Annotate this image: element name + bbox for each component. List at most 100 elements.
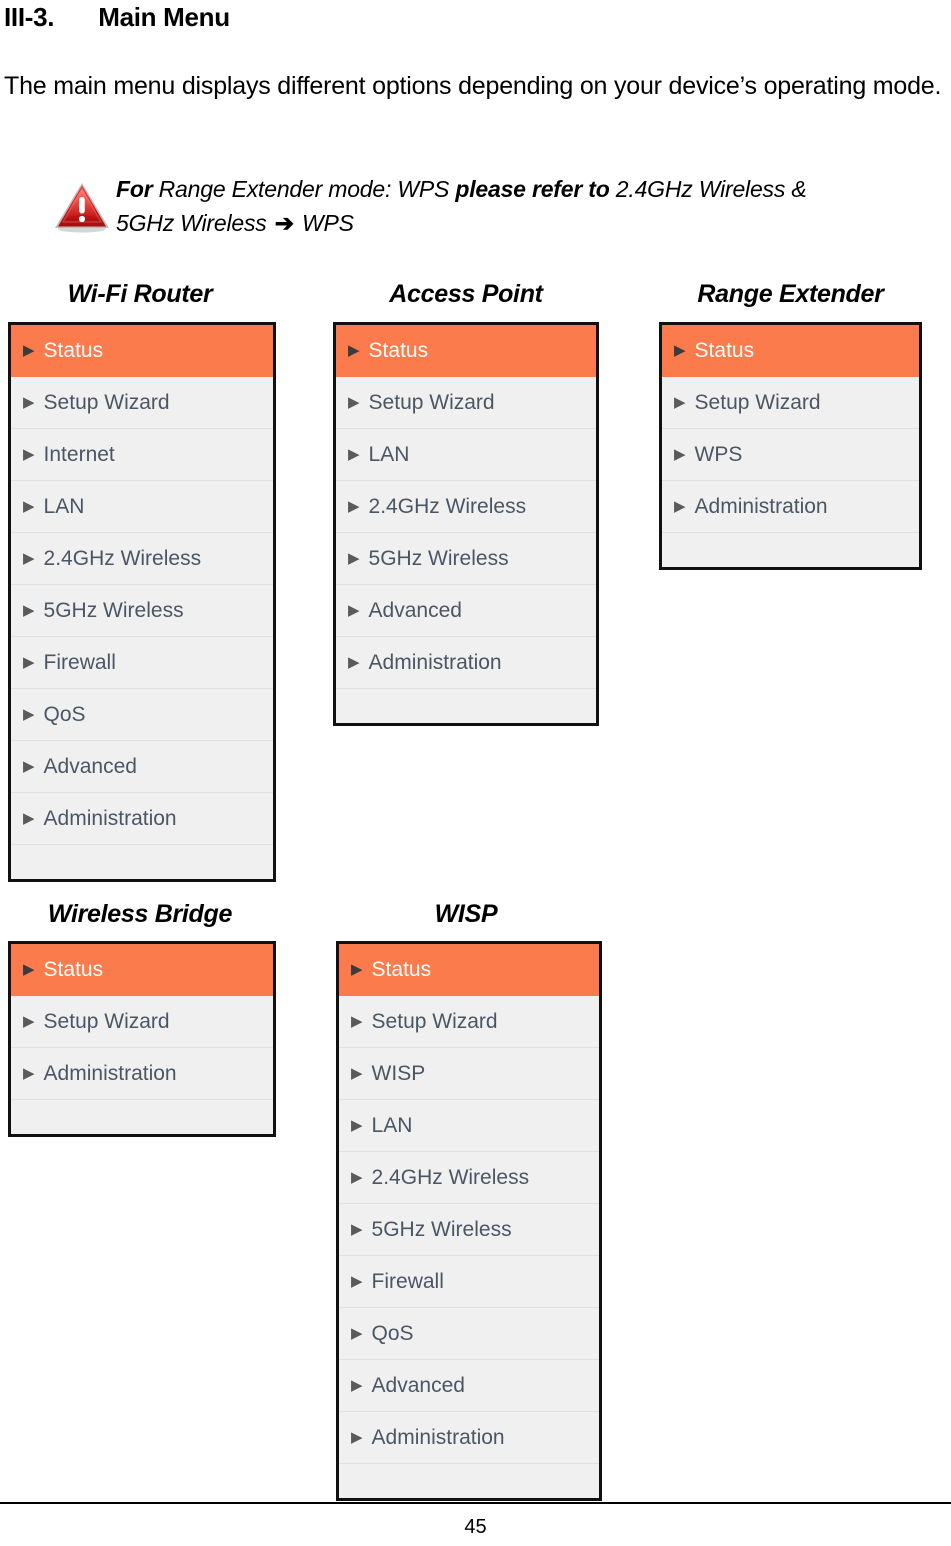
menu-panel-range-extender: ▶ Status ▶ Setup Wizard ▶ WPS ▶ Administrati… xyxy=(659,322,922,570)
menu-item-label: QoS xyxy=(43,703,86,726)
caret-right-icon: ▶ xyxy=(348,394,360,411)
note-bold-for: For xyxy=(116,176,153,202)
menu-item-label: Firewall xyxy=(371,1270,444,1293)
note-italic-wps: WPS xyxy=(295,210,354,236)
menu-item-administration[interactable]: ▶ Administration xyxy=(11,1048,273,1100)
caret-right-icon: ▶ xyxy=(348,342,360,359)
menu-item-administration[interactable]: ▶ Administration xyxy=(336,637,596,689)
document-page: III-3. Main Menu The main menu displays d… xyxy=(0,0,951,1546)
caret-right-icon: ▶ xyxy=(674,394,686,411)
menu-filler-row xyxy=(11,1100,273,1134)
menu-item-status[interactable]: ▶ Status xyxy=(662,325,919,377)
menu-item-wps[interactable]: ▶ WPS xyxy=(662,429,919,481)
menu-item-label: Status xyxy=(43,958,104,981)
caret-right-icon: ▶ xyxy=(351,1221,363,1238)
menu-item-setup-wizard[interactable]: ▶ Setup Wizard xyxy=(11,996,273,1048)
menu-item-advanced[interactable]: ▶ Advanced xyxy=(11,741,273,793)
note-text: For Range Extender mode: WPS please refe… xyxy=(116,172,951,240)
caret-right-icon: ▶ xyxy=(351,1273,363,1290)
menu-item-5ghz-wireless[interactable]: ▶ 5GHz Wireless xyxy=(336,533,596,585)
caret-right-icon: ▶ xyxy=(674,446,686,463)
menu-item-status[interactable]: ▶ Status xyxy=(336,325,596,377)
menu-title-wisp: WISP xyxy=(434,900,498,928)
caret-right-icon: ▶ xyxy=(348,498,360,515)
menu-item-advanced[interactable]: ▶ Advanced xyxy=(336,585,596,637)
menu-panel-wisp: ▶ Status ▶ Setup Wizard ▶ WISP ▶ LAN ▶ 2.4GHz… xyxy=(336,941,602,1501)
menu-item-24ghz-wireless[interactable]: ▶ 2.4GHz Wireless xyxy=(11,533,273,585)
caret-right-icon: ▶ xyxy=(674,342,686,359)
menu-item-label: Advanced xyxy=(371,1374,465,1397)
menu-item-lan[interactable]: ▶ LAN xyxy=(11,481,273,533)
caret-right-icon: ▶ xyxy=(674,498,686,515)
caret-right-icon: ▶ xyxy=(348,446,360,463)
menu-item-label: Advanced xyxy=(368,599,462,622)
caret-right-icon: ▶ xyxy=(351,1117,363,1134)
caret-right-icon: ▶ xyxy=(23,498,35,515)
menu-item-label: LAN xyxy=(43,495,85,518)
menu-item-label: Setup Wizard xyxy=(43,1010,170,1033)
menu-item-lan[interactable]: ▶ LAN xyxy=(336,429,596,481)
menu-filler-row xyxy=(662,533,919,567)
menu-panel-access-point: ▶ Status ▶ Setup Wizard ▶ LAN ▶ 2.4GHz Wirel… xyxy=(333,322,599,726)
heading-number: III-3. xyxy=(4,2,55,32)
menu-item-label: LAN xyxy=(371,1114,413,1137)
menu-item-label: 2.4GHz Wireless xyxy=(368,495,527,518)
note-bold-refer: please refer to xyxy=(455,176,610,202)
menu-title-wireless-bridge: Wireless Bridge xyxy=(47,900,233,928)
menu-item-24ghz-wireless[interactable]: ▶ 2.4GHz Wireless xyxy=(339,1152,599,1204)
menu-item-status[interactable]: ▶ Status xyxy=(11,944,273,996)
menu-item-firewall[interactable]: ▶ Firewall xyxy=(339,1256,599,1308)
page-heading: III-3. Main Menu xyxy=(4,2,230,33)
menu-item-label: WPS xyxy=(694,443,743,466)
menu-item-setup-wizard[interactable]: ▶ Setup Wizard xyxy=(11,377,273,429)
menu-item-label: 2.4GHz Wireless xyxy=(43,547,202,570)
menu-item-5ghz-wireless[interactable]: ▶ 5GHz Wireless xyxy=(11,585,273,637)
menu-item-label: Setup Wizard xyxy=(694,391,821,414)
caret-right-icon: ▶ xyxy=(348,602,360,619)
caret-right-icon: ▶ xyxy=(23,602,35,619)
caret-right-icon: ▶ xyxy=(351,1065,363,1082)
menu-item-status[interactable]: ▶ Status xyxy=(339,944,599,996)
menu-item-advanced[interactable]: ▶ Advanced xyxy=(339,1360,599,1412)
menu-item-label: Setup Wizard xyxy=(371,1010,498,1033)
menu-item-administration[interactable]: ▶ Administration xyxy=(662,481,919,533)
menu-item-label: 5GHz Wireless xyxy=(43,599,184,622)
right-arrow-icon: ➔ xyxy=(274,210,294,236)
caret-right-icon: ▶ xyxy=(23,394,35,411)
menu-item-label: WISP xyxy=(371,1062,426,1085)
menu-item-label: QoS xyxy=(371,1322,414,1345)
menu-title-range-extender: Range Extender xyxy=(697,280,884,308)
caret-right-icon: ▶ xyxy=(23,706,35,723)
menu-title-access-point: Access Point xyxy=(389,280,543,308)
caret-right-icon: ▶ xyxy=(23,1013,35,1030)
menu-item-qos[interactable]: ▶ QoS xyxy=(11,689,273,741)
footer-divider xyxy=(0,1502,951,1504)
menu-item-qos[interactable]: ▶ QoS xyxy=(339,1308,599,1360)
menu-item-wisp[interactable]: ▶ WISP xyxy=(339,1048,599,1100)
page-number: 45 xyxy=(464,1516,487,1538)
menu-item-firewall[interactable]: ▶ Firewall xyxy=(11,637,273,689)
menu-item-internet[interactable]: ▶ Internet xyxy=(11,429,273,481)
menu-item-label: Status xyxy=(368,339,429,362)
menu-filler-row xyxy=(11,845,273,879)
menu-item-setup-wizard[interactable]: ▶ Setup Wizard xyxy=(662,377,919,429)
menu-title-wifi-router: Wi-Fi Router xyxy=(67,280,213,308)
menu-item-5ghz-wireless[interactable]: ▶ 5GHz Wireless xyxy=(339,1204,599,1256)
menu-item-lan[interactable]: ▶ LAN xyxy=(339,1100,599,1152)
menu-item-label: LAN xyxy=(368,443,410,466)
menu-item-administration[interactable]: ▶ Administration xyxy=(339,1412,599,1464)
menu-item-setup-wizard[interactable]: ▶ Setup Wizard xyxy=(339,996,599,1048)
menu-filler-row xyxy=(336,689,596,723)
menu-item-setup-wizard[interactable]: ▶ Setup Wizard xyxy=(336,377,596,429)
menu-panel-wifi-router: ▶ Status ▶ Setup Wizard ▶ Internet ▶ LAN ▶ 2.… xyxy=(8,322,276,882)
warning-triangle-icon xyxy=(55,183,109,233)
menu-item-24ghz-wireless[interactable]: ▶ 2.4GHz Wireless xyxy=(336,481,596,533)
caret-right-icon: ▶ xyxy=(348,654,360,671)
menu-item-status[interactable]: ▶ Status xyxy=(11,325,273,377)
menu-item-administration[interactable]: ▶ Administration xyxy=(11,793,273,845)
caret-right-icon: ▶ xyxy=(23,1065,35,1082)
caret-right-icon: ▶ xyxy=(23,654,35,671)
caret-right-icon: ▶ xyxy=(351,1325,363,1342)
caret-right-icon: ▶ xyxy=(351,1429,363,1446)
caret-right-icon: ▶ xyxy=(351,1013,363,1030)
